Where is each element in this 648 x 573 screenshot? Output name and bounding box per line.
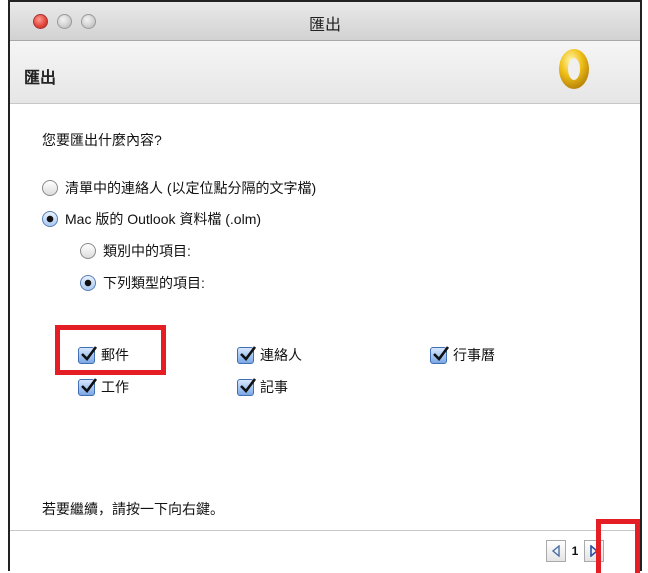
previous-button[interactable] — [546, 540, 566, 562]
radio-olm-file[interactable] — [42, 211, 58, 227]
page-title: 匯出 — [24, 70, 57, 87]
footer-divider — [10, 530, 640, 531]
window-title: 匯出 — [308, 17, 341, 34]
checkbox-label: 連絡人 — [260, 347, 302, 363]
continue-instruction: 若要繼續，請按一下向右鍵。 — [42, 501, 224, 517]
option-olm-file[interactable]: Mac 版的 Outlook 資料檔 (.olm) — [42, 209, 261, 229]
option-label: 下列類型的項目: — [103, 275, 205, 291]
option-label: 類別中的項目: — [103, 243, 191, 259]
option-contacts-list[interactable]: 清單中的連絡人 (以定位點分隔的文字檔) — [42, 178, 316, 198]
checkbox-notes-box[interactable] — [237, 377, 257, 396]
checkbox-contacts[interactable]: 連絡人 — [237, 345, 302, 365]
checkbox-tasks[interactable]: 工作 — [78, 377, 129, 397]
radio-contacts-list[interactable] — [42, 180, 58, 196]
triangle-left-icon — [551, 545, 560, 557]
option-label: Mac 版的 Outlook 資料檔 (.olm) — [65, 211, 262, 227]
checkbox-calendar[interactable]: 行事曆 — [430, 345, 495, 365]
option-category-items[interactable]: 類別中的項目: — [80, 241, 191, 261]
page-number: 1 — [571, 544, 579, 558]
checkbox-tasks-box[interactable] — [78, 377, 98, 396]
checkbox-label: 行事曆 — [453, 347, 495, 363]
checkbox-calendar-box[interactable] — [430, 345, 450, 364]
checkbox-label: 工作 — [101, 379, 129, 395]
export-window: 匯出 匯出 您要匯出什麼內容? 清單中的連絡人 (以定位點分隔的文字檔) Mac… — [8, 0, 642, 573]
outlook-icon — [559, 49, 589, 89]
export-question: 您要匯出什麼內容? — [42, 132, 162, 148]
highlight-next-annotation — [596, 519, 640, 573]
checkbox-notes[interactable]: 記事 — [237, 377, 288, 397]
radio-category-items[interactable] — [80, 243, 96, 259]
checkbox-contacts-box[interactable] — [237, 345, 257, 364]
option-label: 清單中的連絡人 (以定位點分隔的文字檔) — [65, 180, 317, 196]
radio-type-items[interactable] — [80, 275, 96, 291]
option-type-items[interactable]: 下列類型的項目: — [80, 273, 205, 293]
checkbox-label: 記事 — [260, 379, 288, 395]
title-bar: 匯出 — [10, 2, 640, 41]
highlight-mail-annotation — [55, 325, 166, 375]
wizard-header: 匯出 — [10, 41, 640, 104]
